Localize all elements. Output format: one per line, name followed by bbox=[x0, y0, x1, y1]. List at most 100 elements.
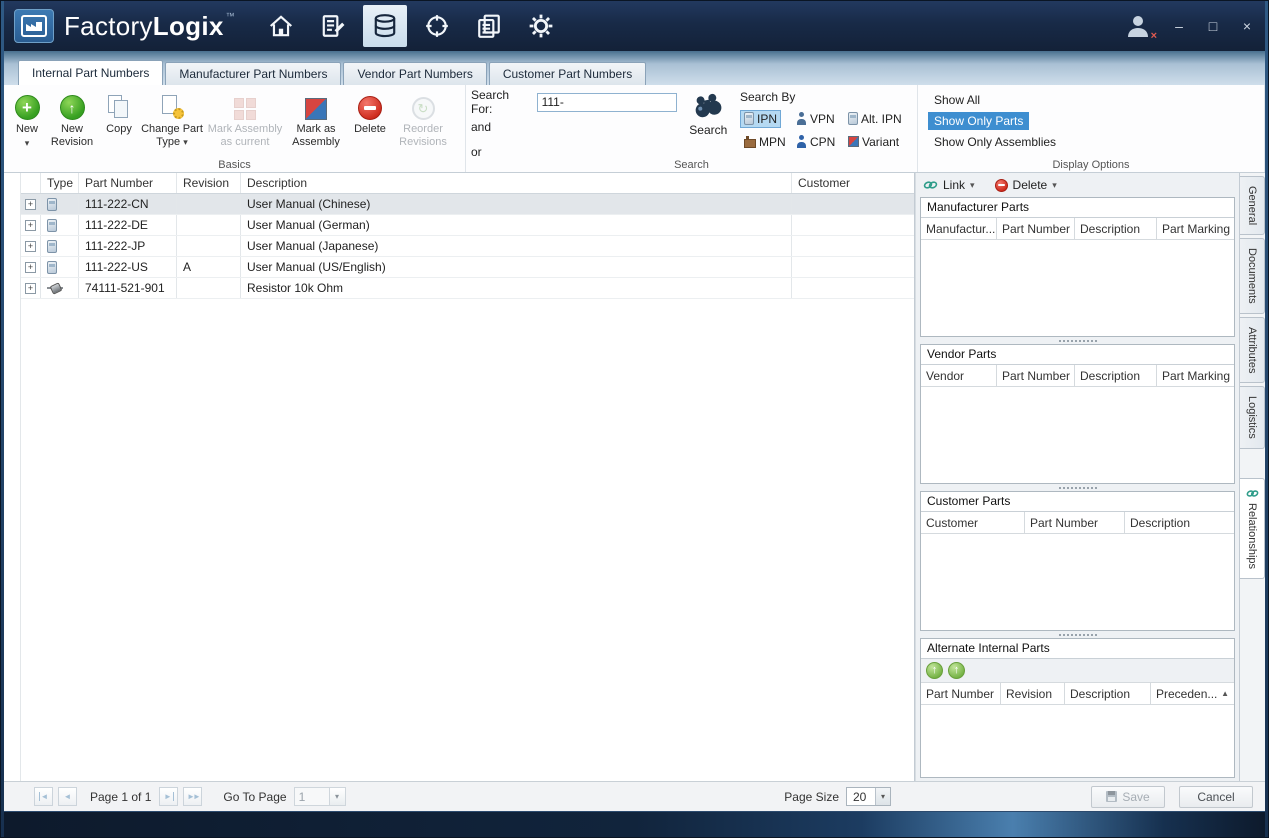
show-all-option[interactable]: Show All bbox=[928, 91, 986, 109]
save-button[interactable]: Save bbox=[1091, 785, 1165, 808]
search-by-alt-ipn[interactable]: Alt. IPN bbox=[844, 110, 906, 128]
search-button[interactable]: Search bbox=[683, 88, 734, 137]
trademark: ™ bbox=[225, 10, 235, 21]
cancel-button[interactable]: Cancel bbox=[1179, 785, 1253, 808]
table-row[interactable]: + 111-222-JP User Manual (Japanese) bbox=[21, 236, 914, 257]
column-header-description[interactable]: Description bbox=[241, 173, 792, 193]
tab-manufacturer-part-numbers[interactable]: Manufacturer Part Numbers bbox=[165, 62, 342, 85]
column-header-customer[interactable]: Customer bbox=[792, 173, 914, 193]
reorder-revisions-button[interactable]: ↻ Reorder Revisions bbox=[393, 88, 453, 151]
side-tab-attributes[interactable]: Attributes bbox=[1240, 316, 1265, 384]
table-row[interactable]: + 111-222-DE User Manual (German) bbox=[21, 215, 914, 236]
column-header[interactable]: Manufactur... bbox=[921, 218, 997, 239]
section-splitter[interactable] bbox=[919, 337, 1236, 344]
gear-icon bbox=[529, 14, 553, 38]
column-header[interactable]: Customer bbox=[921, 512, 1025, 533]
search-by-mpn[interactable]: MPN bbox=[740, 133, 790, 151]
tab-vendor-part-numbers[interactable]: Vendor Part Numbers bbox=[343, 62, 487, 85]
search-by-vpn[interactable]: VPN bbox=[792, 110, 839, 128]
side-tab-logistics[interactable]: Logistics bbox=[1240, 386, 1265, 450]
change-part-type-button[interactable]: Change Part Type ▾ bbox=[139, 88, 205, 151]
nav-work-instructions-button[interactable] bbox=[311, 5, 355, 47]
caret-down-icon: ▾ bbox=[24, 137, 30, 148]
search-by-variant[interactable]: Variant bbox=[844, 133, 903, 151]
column-header-part-number[interactable]: Part Number bbox=[79, 173, 177, 193]
nav-production-button[interactable] bbox=[415, 5, 459, 47]
column-header-sorted[interactable]: Preceden... ▲ bbox=[1151, 683, 1234, 704]
side-tab-documents[interactable]: Documents bbox=[1240, 238, 1265, 314]
change-part-type-icon bbox=[159, 94, 185, 120]
nav-home-button[interactable] bbox=[259, 5, 303, 47]
show-only-parts-option[interactable]: Show Only Parts bbox=[928, 112, 1030, 130]
expand-column-header bbox=[21, 173, 41, 193]
expand-row-button[interactable]: + bbox=[25, 198, 36, 210]
next-page-button[interactable]: ► bbox=[159, 787, 179, 806]
last-page-button[interactable]: ►► bbox=[183, 787, 203, 806]
group-label-display-options: Display Options bbox=[1052, 159, 1130, 171]
delete-button[interactable]: Delete bbox=[347, 88, 393, 138]
brand-primary: Factory bbox=[64, 10, 153, 41]
tab-internal-part-numbers[interactable]: Internal Part Numbers bbox=[18, 60, 164, 85]
table-row[interactable]: + 111-222-CN User Manual (Chinese) bbox=[21, 194, 914, 215]
copy-button[interactable]: Copy bbox=[99, 88, 139, 138]
mark-as-assembly-button[interactable]: Mark as Assembly bbox=[285, 88, 347, 151]
column-header[interactable]: Vendor bbox=[921, 365, 997, 386]
caret-down-icon[interactable]: ▾ bbox=[1052, 180, 1057, 191]
nav-settings-button[interactable] bbox=[519, 5, 563, 47]
expand-row-button[interactable]: + bbox=[25, 282, 36, 294]
mark-assembly-as-current-button[interactable]: Mark Assembly as current bbox=[205, 88, 285, 151]
add-alternate-button[interactable]: ↑ bbox=[926, 662, 943, 679]
column-header[interactable]: Part Marking bbox=[1157, 218, 1234, 239]
search-by-cpn[interactable]: CPN bbox=[792, 133, 839, 151]
column-header[interactable]: Description bbox=[1065, 683, 1151, 704]
search-input[interactable] bbox=[536, 92, 677, 112]
previous-page-button[interactable]: ◄ bbox=[58, 787, 77, 806]
expand-row-button[interactable]: + bbox=[25, 240, 36, 252]
new-revision-button[interactable]: ↑ New Revision bbox=[45, 88, 99, 151]
first-page-button[interactable]: ◄ bbox=[34, 787, 53, 806]
section-splitter[interactable] bbox=[919, 631, 1236, 638]
table-row[interactable]: + 111-222-US A User Manual (US/English) bbox=[21, 257, 914, 278]
work-instructions-icon bbox=[322, 15, 345, 37]
column-header[interactable]: Revision bbox=[1001, 683, 1065, 704]
maximize-button[interactable]: □ bbox=[1205, 18, 1221, 34]
table-row[interactable]: + 74111-521-901 Resistor 10k Ohm bbox=[21, 278, 914, 299]
column-header[interactable]: Part Number bbox=[1025, 512, 1125, 533]
goto-page-spinner[interactable]: ▾ bbox=[329, 787, 346, 806]
column-header[interactable]: Description bbox=[1125, 512, 1234, 533]
goto-page-input[interactable] bbox=[293, 787, 330, 806]
minimize-button[interactable]: – bbox=[1171, 18, 1187, 34]
nav-reports-button[interactable] bbox=[467, 5, 511, 47]
column-header-type[interactable]: Type bbox=[41, 173, 79, 193]
side-tab-relationships[interactable]: Relationships bbox=[1240, 478, 1265, 580]
save-icon bbox=[1106, 791, 1118, 802]
new-button[interactable]: + New ▾ bbox=[9, 88, 45, 150]
vendor-parts-section: Vendor Parts Vendor Part Number Descript… bbox=[920, 344, 1235, 484]
tab-customer-part-numbers[interactable]: Customer Part Numbers bbox=[488, 62, 647, 85]
parts-table-header: Type Part Number Revision Description Cu… bbox=[21, 173, 914, 194]
column-header[interactable]: Description bbox=[1075, 218, 1157, 239]
column-header[interactable]: Part Number bbox=[997, 218, 1075, 239]
column-header[interactable]: Part Marking bbox=[1157, 365, 1234, 386]
expand-row-button[interactable]: + bbox=[25, 261, 36, 273]
column-header[interactable]: Part Number bbox=[921, 683, 1001, 704]
column-header-revision[interactable]: Revision bbox=[177, 173, 241, 193]
close-button[interactable]: × bbox=[1239, 18, 1255, 34]
expand-row-button[interactable]: + bbox=[25, 219, 36, 231]
nav-parts-library-button[interactable] bbox=[362, 5, 407, 47]
section-title: Customer Parts bbox=[921, 492, 1234, 512]
app-logo-icon bbox=[14, 9, 54, 43]
caret-down-icon[interactable]: ▾ bbox=[970, 180, 975, 191]
link-button[interactable]: Link bbox=[943, 178, 965, 192]
page-size-select[interactable]: 20 ▾ bbox=[846, 787, 891, 806]
user-session-icon[interactable]: × bbox=[1125, 13, 1157, 42]
section-splitter[interactable] bbox=[919, 484, 1236, 491]
link-alternate-button[interactable]: ↑ bbox=[948, 662, 965, 679]
section-empty-body bbox=[921, 240, 1234, 336]
column-header[interactable]: Description bbox=[1075, 365, 1157, 386]
delete-link-button[interactable]: Delete bbox=[1013, 178, 1048, 192]
column-header[interactable]: Part Number bbox=[997, 365, 1075, 386]
side-tab-general[interactable]: General bbox=[1240, 176, 1265, 236]
show-only-assemblies-option[interactable]: Show Only Assemblies bbox=[928, 133, 1062, 151]
search-by-ipn[interactable]: IPN bbox=[740, 109, 782, 128]
